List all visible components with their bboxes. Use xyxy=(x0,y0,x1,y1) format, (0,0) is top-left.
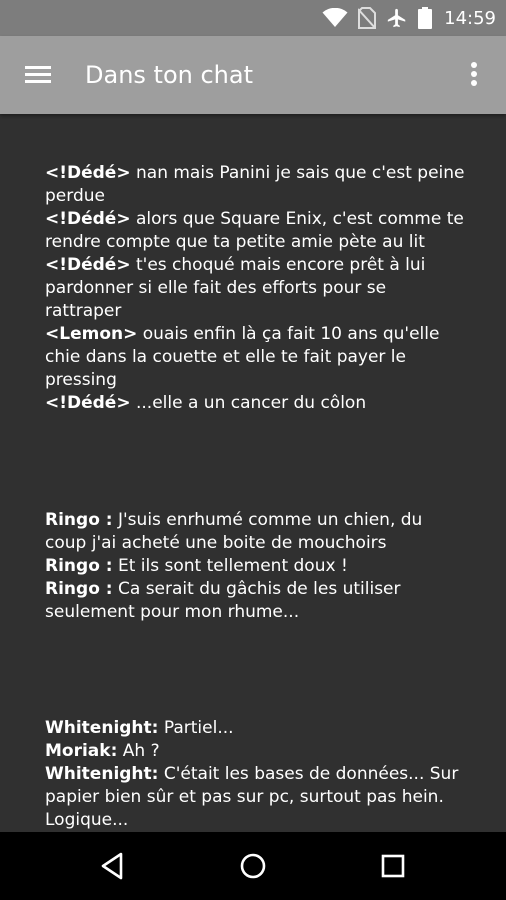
message-text: Et ils sont tellement doux ! xyxy=(112,556,348,576)
quote-line: Whitenight: Partiel... xyxy=(45,717,465,740)
message-text: Partiel... xyxy=(158,718,234,738)
battery-icon xyxy=(418,7,433,29)
speaker-name: <Lemon> xyxy=(45,324,138,344)
menu-button[interactable] xyxy=(22,60,54,90)
quotes-list[interactable]: <!Dédé> nan mais Panini je sais que c'es… xyxy=(0,114,506,832)
speaker-name: Moriak: xyxy=(45,741,118,761)
quote-line: Moriak: Ah ? xyxy=(45,740,465,763)
speaker-name: <!Dédé> xyxy=(45,255,131,275)
hamburger-menu-icon xyxy=(22,66,54,94)
quote-line: <!Dédé> ...elle a un cancer du côlon xyxy=(45,392,465,415)
more-options-button[interactable] xyxy=(464,59,484,91)
quote-line: Whitenight: C'était les bases de données… xyxy=(45,763,465,832)
back-icon xyxy=(97,852,129,886)
quote-item[interactable]: Whitenight: Partiel... Moriak: Ah ? Whit… xyxy=(45,717,465,832)
speaker-name: Whitenight: xyxy=(45,718,159,738)
speaker-name: <!Dédé> xyxy=(45,209,131,229)
recent-apps-button[interactable] xyxy=(377,850,409,882)
recent-apps-icon xyxy=(377,854,409,886)
airplane-mode-icon xyxy=(386,7,408,29)
navigation-bar xyxy=(0,832,506,900)
quote-line: <!Dédé> alors que Square Enix, c'est com… xyxy=(45,208,465,254)
home-icon xyxy=(237,853,269,886)
more-vertical-icon xyxy=(464,62,484,95)
home-button[interactable] xyxy=(237,850,269,882)
back-button[interactable] xyxy=(97,850,129,882)
speaker-name: Ringo : xyxy=(45,510,113,530)
quote-line: <!Dédé> t'es choqué mais encore prêt à l… xyxy=(45,254,465,323)
speaker-name: <!Dédé> xyxy=(45,393,131,413)
quote-line: <!Dédé> nan mais Panini je sais que c'es… xyxy=(45,162,465,208)
speaker-name: Whitenight: xyxy=(45,764,159,784)
quote-line: Ringo : J'suis enrhumé comme un chien, d… xyxy=(45,509,465,555)
no-sim-icon xyxy=(358,7,377,29)
status-icons: 14:59 xyxy=(322,0,496,36)
quote-item[interactable]: Ringo : J'suis enrhumé comme un chien, d… xyxy=(45,509,465,624)
message-text: ...elle a un cancer du côlon xyxy=(130,393,367,413)
quote-line: Ringo : Ca serait du gâchis de les utili… xyxy=(45,578,465,624)
quote-line: Ringo : Et ils sont tellement doux ! xyxy=(45,555,465,578)
quote-line: <Lemon> ouais enfin là ça fait 10 ans qu… xyxy=(45,323,465,392)
page-title: Dans ton chat xyxy=(85,61,253,89)
status-bar: 14:59 xyxy=(0,0,506,36)
wifi-icon xyxy=(322,8,348,28)
speaker-name: <!Dédé> xyxy=(45,163,131,183)
app-bar: Dans ton chat xyxy=(0,36,506,114)
message-text: Ah ? xyxy=(117,741,160,761)
speaker-name: Ringo : xyxy=(45,556,113,576)
status-time: 14:59 xyxy=(444,7,496,29)
speaker-name: Ringo : xyxy=(45,579,113,599)
quote-item[interactable]: <!Dédé> nan mais Panini je sais que c'es… xyxy=(45,162,465,415)
